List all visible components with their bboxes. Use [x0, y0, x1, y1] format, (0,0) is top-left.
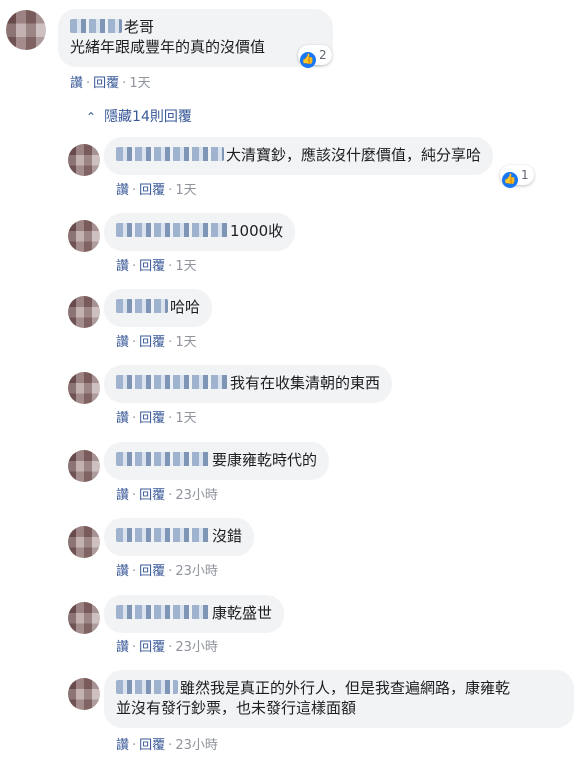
like-link[interactable]: 讚: [116, 411, 129, 426]
avatar[interactable]: [68, 526, 100, 558]
reply-bubble: 我有在收集清朝的東西: [104, 365, 393, 403]
like-link[interactable]: 讚: [116, 183, 129, 198]
avatar[interactable]: [68, 220, 100, 252]
reply-time[interactable]: 23小時: [175, 488, 218, 503]
reply-text: 我有在收集清朝的東西: [230, 374, 381, 392]
reply-text: 康乾盛世: [212, 604, 273, 622]
reply-bubble: 雖然我是真正的外行人，但是我查遍網路，康雍乾 並沒有發行鈔票，也未發行這樣面額: [104, 670, 574, 728]
reply-text: 1000收: [230, 222, 284, 240]
like-link[interactable]: 讚: [116, 259, 129, 274]
like-link[interactable]: 讚: [70, 76, 83, 91]
replier-name-blurred[interactable]: [116, 147, 224, 161]
reply-link[interactable]: 回覆: [139, 488, 165, 503]
reply-link[interactable]: 回覆: [139, 259, 165, 274]
reply-actions: 讚 · 回覆 · 23小時: [116, 488, 218, 503]
comment-bubble: 老哥 光緒年跟咸豐年的真的沒價值: [58, 9, 333, 67]
commenter-name-suffix: 老哥: [124, 18, 155, 36]
reply-time[interactable]: 1天: [175, 335, 196, 350]
reply-actions: 讚 · 回覆 · 23小時: [116, 640, 218, 655]
like-link[interactable]: 讚: [116, 335, 129, 350]
replier-name-blurred[interactable]: [116, 299, 168, 313]
reply-link[interactable]: 回覆: [139, 411, 165, 426]
reply-bubble: 要康雍乾時代的: [104, 442, 330, 480]
reply-bubble: 哈哈: [104, 289, 213, 327]
reply-time[interactable]: 23小時: [175, 564, 218, 579]
reply-bubble: 1000收: [104, 213, 296, 251]
replier-name-blurred[interactable]: [116, 223, 228, 237]
avatar[interactable]: [68, 144, 100, 176]
reply-bubble: 沒錯: [104, 518, 255, 556]
replier-name-blurred[interactable]: [116, 528, 210, 542]
avatar[interactable]: [68, 372, 100, 404]
reply-time[interactable]: 23小時: [175, 738, 218, 753]
reply-actions: 讚 · 回覆 · 23小時: [116, 738, 218, 753]
reply-actions: 讚 · 回覆 · 1天: [116, 411, 197, 426]
avatar[interactable]: [68, 602, 100, 634]
avatar[interactable]: [68, 450, 100, 482]
reply-actions: 讚 · 回覆 · 23小時: [116, 564, 218, 579]
replier-name-blurred[interactable]: [116, 375, 228, 389]
chevron-up-icon: ⌃: [86, 110, 97, 124]
reply-text: 大清寶鈔，應該沒什麼價值，純分享哈: [226, 146, 482, 164]
reaction-badge[interactable]: 👍 1: [500, 165, 534, 188]
like-link[interactable]: 讚: [116, 640, 129, 655]
reply-time[interactable]: 1天: [175, 183, 196, 198]
reply-text: 要康雍乾時代的: [212, 451, 318, 469]
comment-actions: 讚 · 回覆 · 1天: [70, 76, 151, 91]
comment-time[interactable]: 1天: [129, 76, 150, 91]
replier-name-blurred[interactable]: [116, 680, 178, 694]
like-link[interactable]: 讚: [116, 564, 129, 579]
reply-text-line1: 雖然我是真正的外行人，但是我查遍網路，康雍乾: [180, 679, 511, 697]
like-link[interactable]: 讚: [116, 738, 129, 753]
replier-name-blurred[interactable]: [116, 605, 210, 619]
reply-time[interactable]: 1天: [175, 259, 196, 274]
hide-replies-toggle[interactable]: ⌃ 隱藏14則回覆: [86, 106, 192, 126]
reaction-count: 1: [521, 168, 529, 182]
reply-link[interactable]: 回覆: [139, 564, 165, 579]
avatar[interactable]: [6, 10, 46, 50]
reply-link[interactable]: 回覆: [93, 76, 119, 91]
reply-actions: 讚 · 回覆 · 1天: [116, 335, 197, 350]
comment-text: 光緒年跟咸豐年的真的沒價值: [70, 38, 266, 56]
reply-text: 沒錯: [212, 527, 243, 545]
reply-link[interactable]: 回覆: [139, 738, 165, 753]
reaction-count: 2: [319, 48, 327, 62]
reply-link[interactable]: 回覆: [139, 183, 165, 198]
reply-time[interactable]: 23小時: [175, 640, 218, 655]
reply-actions: 讚 · 回覆 · 1天: [116, 259, 197, 274]
reply-link[interactable]: 回覆: [139, 335, 165, 350]
reply-time[interactable]: 1天: [175, 411, 196, 426]
commenter-name-blurred[interactable]: [70, 19, 122, 33]
avatar[interactable]: [68, 678, 100, 710]
reply-bubble: 大清寶鈔，應該沒什麼價值，純分享哈: [104, 137, 494, 175]
reply-text: 哈哈: [170, 298, 201, 316]
hide-replies-label: 隱藏14則回覆: [104, 109, 192, 125]
avatar[interactable]: [68, 296, 100, 328]
reply-bubble: 康乾盛世: [104, 595, 285, 633]
like-reaction-icon: 👍: [502, 172, 518, 188]
replier-name-blurred[interactable]: [116, 452, 210, 466]
reply-link[interactable]: 回覆: [139, 640, 165, 655]
reply-actions: 讚 · 回覆 · 1天: [116, 183, 197, 198]
reply-text-line2: 並沒有發行鈔票，也未發行這樣面額: [116, 699, 357, 717]
like-reaction-icon: 👍: [300, 52, 316, 68]
like-link[interactable]: 讚: [116, 488, 129, 503]
reaction-badge[interactable]: 👍 2: [298, 45, 332, 68]
